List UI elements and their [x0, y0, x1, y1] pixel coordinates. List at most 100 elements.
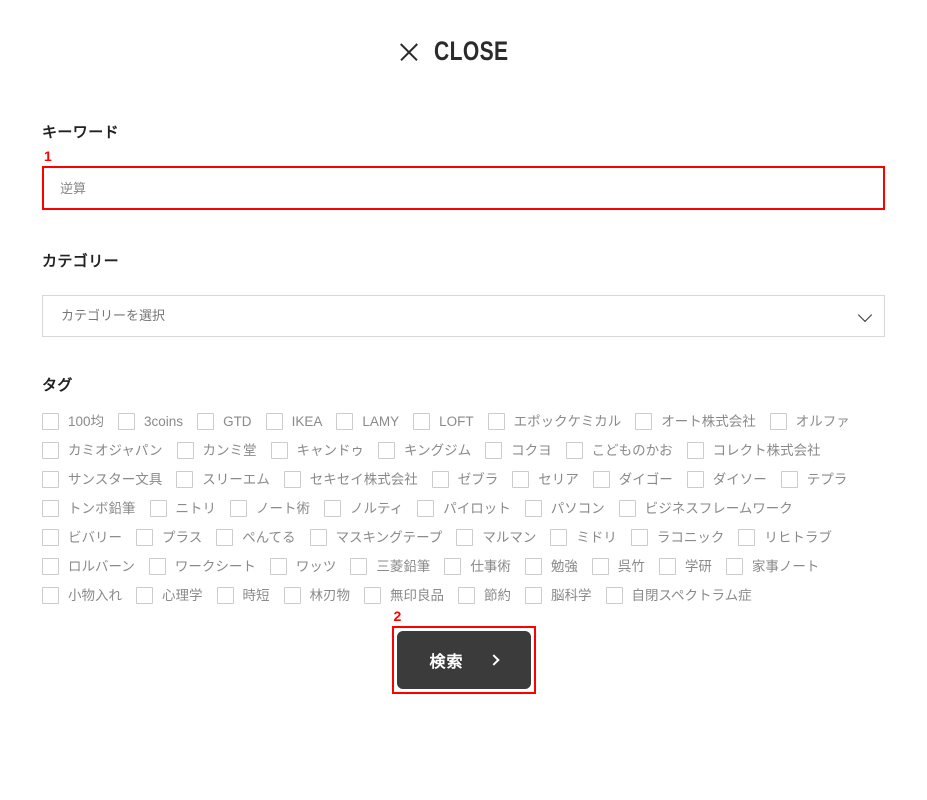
checkbox-icon[interactable] [417, 500, 435, 517]
checkbox-icon[interactable] [216, 587, 234, 604]
tag-checkbox-item[interactable]: サンスター文具 [42, 471, 162, 488]
checkbox-icon[interactable] [42, 558, 59, 575]
tag-checkbox-item[interactable]: 学研 [658, 558, 712, 575]
checkbox-icon[interactable] [456, 529, 474, 546]
tag-checkbox-item[interactable]: 家事ノート [725, 558, 819, 575]
tag-checkbox-item[interactable]: スリーエム [176, 471, 270, 488]
tag-checkbox-item[interactable]: 節約 [458, 587, 511, 604]
tag-checkbox-item[interactable]: 三菱鉛筆 [350, 558, 430, 575]
tag-checkbox-item[interactable]: ビジネスフレームワーク [618, 500, 793, 517]
checkbox-icon[interactable] [512, 471, 530, 488]
checkbox-icon[interactable] [431, 471, 449, 488]
checkbox-icon[interactable] [635, 413, 653, 430]
checkbox-icon[interactable] [230, 500, 247, 517]
checkbox-icon[interactable] [591, 558, 609, 575]
checkbox-icon[interactable] [458, 587, 475, 604]
tag-checkbox-item[interactable]: ノルティ [324, 500, 403, 517]
checkbox-icon[interactable] [149, 500, 167, 517]
checkbox-icon[interactable] [336, 413, 354, 430]
category-select[interactable]: カテゴリーを選択 [42, 295, 885, 337]
checkbox-icon[interactable] [487, 413, 505, 430]
tag-checkbox-item[interactable]: プラス [136, 529, 202, 546]
checkbox-icon[interactable] [630, 529, 648, 546]
checkbox-icon[interactable] [686, 471, 704, 488]
tag-checkbox-item[interactable]: ラコニック [630, 529, 724, 546]
tag-checkbox-item[interactable]: LAMY [336, 413, 399, 430]
checkbox-icon[interactable] [550, 529, 568, 546]
checkbox-icon[interactable] [725, 558, 743, 575]
tag-checkbox-item[interactable]: 心理学 [136, 587, 203, 604]
checkbox-icon[interactable] [176, 471, 194, 488]
tag-checkbox-item[interactable]: 100均 [42, 413, 104, 430]
checkbox-icon[interactable] [524, 558, 542, 575]
checkbox-icon[interactable] [42, 500, 59, 517]
checkbox-icon[interactable] [605, 587, 623, 604]
checkbox-icon[interactable] [216, 529, 234, 546]
tag-checkbox-item[interactable]: パソコン [524, 500, 605, 517]
tag-checkbox-item[interactable]: 勉強 [524, 558, 578, 575]
checkbox-icon[interactable] [350, 558, 368, 575]
checkbox-icon[interactable] [42, 413, 59, 430]
tag-checkbox-item[interactable]: ワークシート [148, 558, 256, 575]
tag-checkbox-item[interactable]: こどものかお [565, 442, 673, 459]
checkbox-icon[interactable] [42, 529, 59, 546]
tag-checkbox-item[interactable]: 呉竹 [591, 558, 645, 575]
tag-checkbox-item[interactable]: ニトリ [149, 500, 216, 517]
checkbox-icon[interactable] [769, 413, 787, 430]
tag-checkbox-item[interactable]: GTD [197, 413, 252, 430]
close-button[interactable]: CLOSE [0, 0, 927, 69]
tag-checkbox-item[interactable]: 仕事術 [444, 558, 511, 575]
tag-checkbox-item[interactable]: 時短 [216, 587, 270, 604]
checkbox-icon[interactable] [309, 529, 327, 546]
tag-checkbox-item[interactable]: ぺんてる [216, 529, 296, 546]
tag-checkbox-item[interactable]: セキセイ株式会社 [283, 471, 418, 488]
checkbox-icon[interactable] [176, 442, 194, 459]
tag-checkbox-item[interactable]: コクヨ [485, 442, 552, 459]
tag-checkbox-item[interactable]: カンミ堂 [176, 442, 257, 459]
tag-checkbox-item[interactable]: パイロット [417, 500, 511, 517]
checkbox-icon[interactable] [42, 471, 59, 488]
checkbox-icon[interactable] [618, 500, 636, 517]
tag-checkbox-item[interactable]: オート株式会社 [635, 413, 756, 430]
tag-checkbox-item[interactable]: カミオジャパン [42, 442, 163, 459]
checkbox-icon[interactable] [524, 500, 542, 517]
tag-checkbox-item[interactable]: ゼブラ [431, 471, 498, 488]
checkbox-icon[interactable] [269, 558, 287, 575]
tag-checkbox-item[interactable]: 脳科学 [525, 587, 592, 604]
tag-checkbox-item[interactable]: 3coins [118, 413, 183, 430]
tag-checkbox-item[interactable]: セリア [512, 471, 579, 488]
checkbox-icon[interactable] [444, 558, 462, 575]
tag-checkbox-item[interactable]: マスキングテープ [309, 529, 442, 546]
tag-checkbox-item[interactable]: IKEA [265, 413, 322, 430]
tag-checkbox-item[interactable]: ロルバーン [42, 558, 135, 575]
tag-checkbox-item[interactable]: 自閉スペクトラム症 [605, 587, 752, 604]
checkbox-icon[interactable] [197, 413, 215, 430]
checkbox-icon[interactable] [592, 471, 610, 488]
tag-checkbox-item[interactable]: 無印良品 [364, 587, 444, 604]
tag-checkbox-item[interactable]: トンボ鉛筆 [42, 500, 136, 517]
tag-checkbox-item[interactable]: マルマン [456, 529, 536, 546]
tag-checkbox-item[interactable]: ダイソー [686, 471, 767, 488]
tag-checkbox-item[interactable]: 林刃物 [283, 587, 350, 604]
checkbox-icon[interactable] [324, 500, 341, 517]
checkbox-icon[interactable] [485, 442, 503, 459]
tag-checkbox-item[interactable]: リヒトラブ [738, 529, 832, 546]
checkbox-icon[interactable] [136, 529, 153, 546]
checkbox-icon[interactable] [42, 587, 59, 604]
tag-checkbox-item[interactable]: テプラ [780, 471, 847, 488]
tag-checkbox-item[interactable]: キングジム [378, 442, 471, 459]
checkbox-icon[interactable] [686, 442, 704, 459]
checkbox-icon[interactable] [148, 558, 166, 575]
search-button[interactable]: 検索 [396, 631, 531, 689]
tag-checkbox-item[interactable]: キャンドゥ [270, 442, 364, 459]
tag-checkbox-item[interactable]: ビバリー [42, 529, 122, 546]
checkbox-icon[interactable] [780, 471, 798, 488]
tag-checkbox-item[interactable]: オルファ [769, 413, 850, 430]
keyword-input[interactable] [44, 168, 883, 208]
checkbox-icon[interactable] [42, 442, 59, 459]
checkbox-icon[interactable] [525, 587, 542, 604]
category-selected-value[interactable]: カテゴリーを選択 [43, 296, 884, 336]
checkbox-icon[interactable] [378, 442, 395, 459]
checkbox-icon[interactable] [265, 413, 283, 430]
checkbox-icon[interactable] [413, 413, 431, 430]
